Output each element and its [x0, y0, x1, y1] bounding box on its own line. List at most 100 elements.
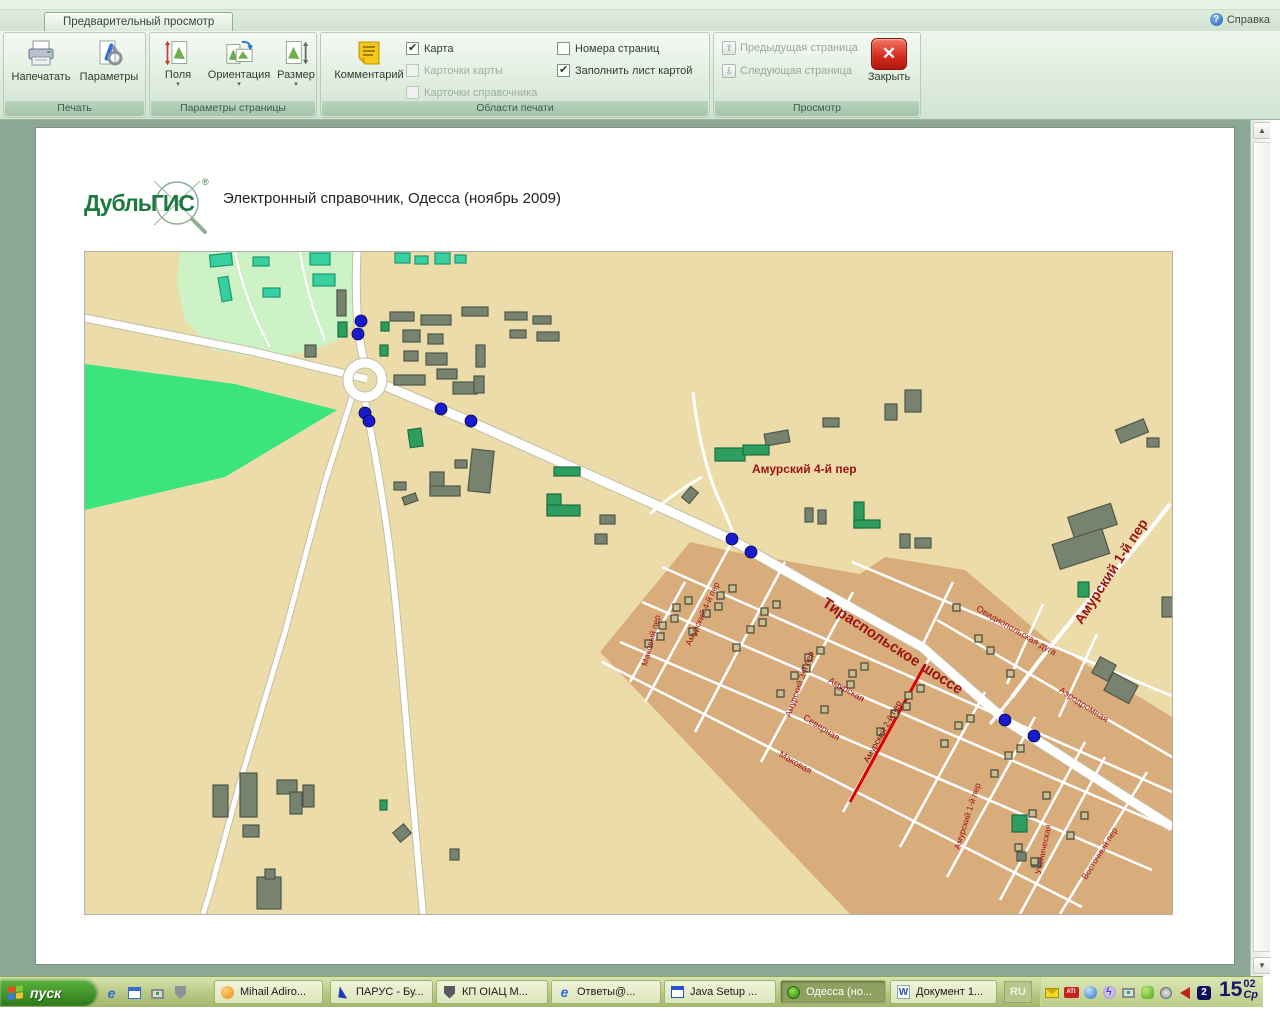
next-page-label: Следующая страница — [740, 65, 852, 77]
start-label: пуск — [30, 985, 61, 1001]
printer-quicklaunch-icon[interactable] — [173, 985, 188, 1000]
blue-orb-icon[interactable] — [1082, 985, 1098, 1001]
margins-button[interactable]: Поля ▾ — [156, 38, 200, 87]
margins-dropdown-icon: ▾ — [176, 82, 180, 87]
clock-hour: 15 — [1219, 978, 1242, 1002]
taskbar-button-mihail[interactable]: Mihail Adiro... — [214, 980, 323, 1004]
size-label: Размер — [277, 69, 315, 81]
taskbar-button-parus[interactable]: ПАРУС - Бу... — [330, 980, 433, 1004]
close-button[interactable]: ✕ Закрыть — [864, 38, 914, 83]
group-print-areas-caption: Области печати — [322, 101, 708, 116]
application-window: Предварительный просмотр ? Справка Напеч… — [0, 0, 1280, 1024]
taskbar-button-kp-oiac[interactable]: КП ОІАЦ М... — [436, 980, 548, 1004]
green-messenger-icon[interactable] — [1139, 985, 1155, 1001]
previous-page-label: Предыдущая страница — [740, 42, 858, 54]
word-icon: W — [896, 985, 911, 1000]
start-button[interactable]: пуск — [0, 979, 97, 1006]
tools-icon — [93, 38, 125, 70]
orientation-button[interactable]: Ориентация ▾ — [202, 38, 276, 87]
checkbox-map-cards: Карточки карты — [406, 64, 503, 77]
language-indicator[interactable]: RU — [1004, 981, 1032, 1003]
previous-page-button: ⇧ Предыдущая страница — [722, 41, 858, 55]
scroll-down-icon[interactable]: ▼ — [1253, 957, 1271, 974]
setup-window-icon — [670, 985, 685, 1000]
show-desktop-icon[interactable] — [150, 986, 165, 1001]
orientation-icon — [224, 38, 254, 68]
vertical-scrollbar[interactable]: ▲ ▼ — [1250, 120, 1272, 976]
close-label: Закрыть — [868, 71, 910, 83]
group-view-caption: Просмотр — [715, 101, 919, 116]
orientation-dropdown-icon: ▾ — [237, 82, 241, 87]
tab-row: Предварительный просмотр ? Справка — [0, 10, 1280, 31]
checkbox-map-cards-box — [406, 64, 419, 77]
taskbar-button-label: КП ОІАЦ М... — [462, 986, 528, 998]
scrollbar-thumb[interactable] — [1253, 142, 1271, 952]
size-dropdown-icon: ▾ — [294, 82, 298, 87]
group-page-setup-caption: Параметры страницы — [151, 101, 315, 116]
checkbox-fill-sheet[interactable]: Заполнить лист картой — [557, 64, 692, 77]
taskbar-button-otvety[interactable]: e Ответы@... — [551, 980, 661, 1004]
bottom-strip — [0, 1007, 1280, 1024]
checkbox-map-cards-label: Карточки карты — [424, 65, 503, 77]
taskbar-button-label: Java Setup ... — [690, 986, 757, 998]
checkbox-directory-cards-box — [406, 86, 419, 99]
scroll-up-icon[interactable]: ▲ — [1253, 122, 1271, 139]
group-view: ⇧ Предыдущая страница ⇩ Следующая страни… — [713, 32, 921, 118]
arrow-up-icon: ⇧ — [722, 41, 736, 55]
print-options-label: Параметры — [80, 71, 139, 83]
checkbox-page-numbers-box[interactable] — [557, 42, 570, 55]
size-icon — [282, 38, 310, 68]
comment-button[interactable]: Комментарий — [329, 38, 409, 81]
checkbox-page-numbers-label: Номера страниц — [575, 43, 659, 55]
print-options-button[interactable]: Параметры — [76, 38, 142, 83]
checkbox-fill-sheet-box[interactable] — [557, 64, 570, 77]
preview-page: ДубльГИС ® Электронный справочник, Одесс… — [35, 127, 1235, 965]
margins-icon — [164, 38, 192, 68]
checkbox-directory-cards-label: Карточки справочника — [424, 87, 537, 99]
help-button[interactable]: ? Справка — [1210, 13, 1270, 26]
checkbox-page-numbers[interactable]: Номера страниц — [557, 42, 659, 55]
emblem-icon — [442, 985, 457, 1000]
help-icon: ? — [1210, 13, 1223, 26]
taskbar-button-odessa[interactable]: Одесса (но... — [780, 980, 886, 1004]
checkbox-map-box[interactable] — [406, 42, 419, 55]
taskbar-button-label: Одесса (но... — [806, 986, 872, 998]
right-edge-strip — [1270, 120, 1280, 1024]
group-print-caption: Печать — [5, 101, 144, 116]
group-page-setup: Поля ▾ Ориентация ▾ — [149, 32, 317, 118]
map: Амурский 4-й пер Тираспольское шоссе Ови… — [84, 251, 1173, 915]
network-computer-icon[interactable] — [1120, 985, 1136, 1001]
taskbar: пуск e Mihail Adiro... ПАРУС - Бу... КП … — [0, 976, 1263, 1007]
print-label: Напечатать — [12, 71, 71, 83]
print-button[interactable]: Напечатать — [10, 38, 72, 83]
tray-clock: 15 02 Ср — [1219, 978, 1258, 1002]
close-icon: ✕ — [871, 38, 907, 70]
volume-horn-icon[interactable] — [1177, 985, 1193, 1001]
app-2-tray-icon[interactable]: 2 — [1196, 985, 1212, 1001]
taskbar-button-label: Ответы@... — [577, 986, 635, 998]
clock-day: Ср — [1243, 990, 1258, 1001]
street-label: Амурский 4-й пер — [752, 462, 857, 476]
corner-strip — [1263, 976, 1280, 1024]
preview-workspace: ДубльГИС ® Электронный справочник, Одесс… — [0, 120, 1270, 976]
download-lightning-icon[interactable]: ϟ — [1101, 985, 1117, 1001]
taskbar-button-java-setup[interactable]: Java Setup ... — [664, 980, 776, 1004]
mail-envelope-icon[interactable] — [1044, 985, 1060, 1001]
checkbox-fill-sheet-label: Заполнить лист картой — [575, 65, 692, 77]
logo-reg-mark: ® — [202, 177, 209, 187]
dublgis-icon — [786, 985, 801, 1000]
taskbar-button-document1[interactable]: W Документ 1... — [890, 980, 997, 1004]
parus-sail-icon — [336, 985, 351, 1000]
printer-icon — [25, 38, 57, 70]
checkbox-map[interactable]: Карта — [406, 42, 453, 55]
arrow-down-icon: ⇩ — [722, 64, 736, 78]
tab-print-preview[interactable]: Предварительный просмотр — [44, 12, 233, 31]
internet-explorer-icon[interactable]: e — [104, 985, 119, 1000]
audio-device-icon[interactable] — [1158, 985, 1174, 1001]
document-title: Электронный справочник, Одесса (ноябрь 2… — [223, 190, 561, 207]
next-page-button: ⇩ Следующая страница — [722, 64, 852, 78]
mail-client-icon[interactable] — [127, 985, 142, 1000]
ati-icon[interactable]: ATI — [1063, 985, 1079, 1001]
windows-logo-icon — [8, 985, 24, 1001]
size-button[interactable]: Размер ▾ — [276, 38, 316, 87]
